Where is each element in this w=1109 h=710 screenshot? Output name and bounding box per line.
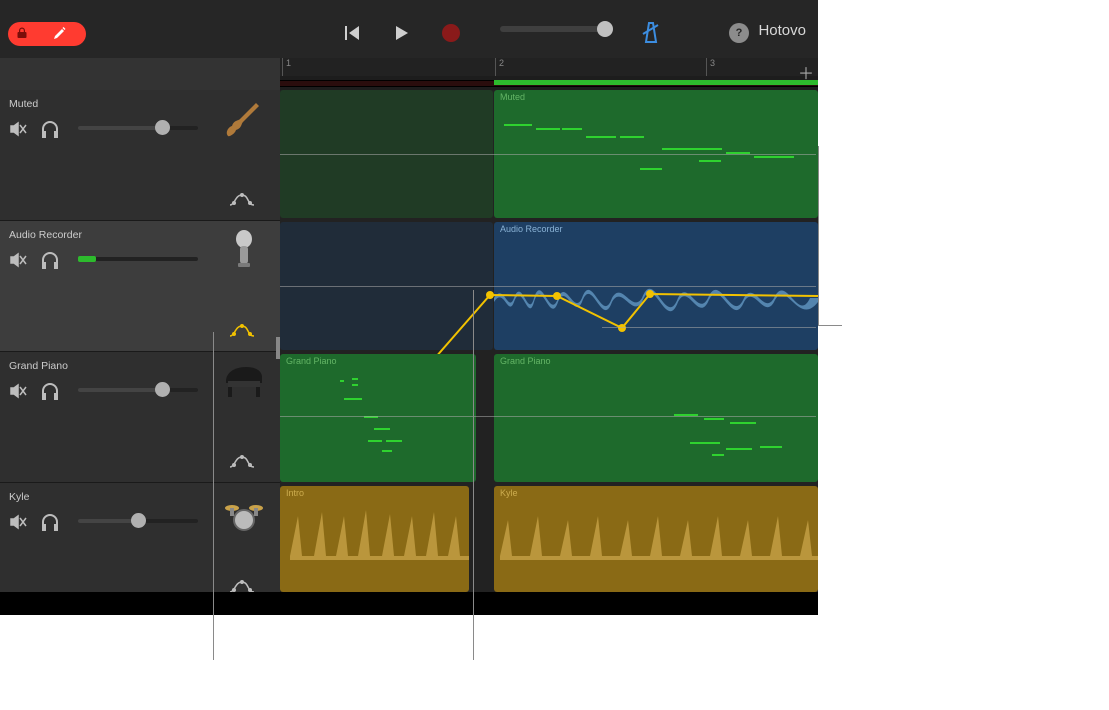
volume-slider[interactable] bbox=[78, 126, 198, 130]
automation-button[interactable] bbox=[228, 188, 256, 212]
mute-icon bbox=[9, 251, 27, 269]
automation-icon bbox=[229, 453, 255, 471]
callout-line bbox=[473, 290, 474, 660]
track-header-pane: Muted Audio Re bbox=[0, 58, 280, 615]
track-name: Kyle bbox=[9, 491, 29, 503]
record-icon bbox=[442, 24, 460, 42]
mute-icon bbox=[9, 120, 27, 138]
timeline-body[interactable]: Muted Audio Recorder bbox=[280, 90, 818, 615]
headphones-icon bbox=[40, 251, 60, 269]
skip-back-icon bbox=[341, 23, 361, 43]
mute-button[interactable] bbox=[9, 382, 27, 403]
region-label: Muted bbox=[500, 92, 525, 102]
region-label: Kyle bbox=[500, 488, 518, 498]
metronome-button[interactable] bbox=[640, 20, 662, 47]
track-header[interactable]: Muted bbox=[0, 90, 280, 221]
region-label: Grand Piano bbox=[286, 356, 337, 366]
bass-guitar-icon bbox=[222, 98, 266, 142]
automation-icon bbox=[229, 322, 255, 340]
ruler-marker: 2 bbox=[495, 58, 504, 76]
automation-button[interactable] bbox=[228, 319, 256, 343]
solo-button[interactable] bbox=[40, 120, 60, 141]
track-header[interactable]: Grand Piano bbox=[0, 352, 280, 483]
timeline-ruler[interactable]: 1 2 3 bbox=[280, 58, 818, 76]
region-label: Grand Piano bbox=[500, 356, 551, 366]
solo-button[interactable] bbox=[40, 382, 60, 403]
drum-waveform bbox=[280, 486, 469, 592]
done-button[interactable]: Hotovo bbox=[758, 22, 806, 39]
instrument-icon bbox=[222, 493, 266, 533]
ruler-marker: 3 bbox=[706, 58, 715, 76]
solo-button[interactable] bbox=[40, 251, 60, 272]
mute-button[interactable] bbox=[9, 513, 27, 534]
volume-slider[interactable] bbox=[78, 519, 198, 523]
transport-controls bbox=[338, 18, 478, 48]
headphones-icon bbox=[40, 120, 60, 138]
callout-line bbox=[818, 325, 842, 326]
play-button[interactable] bbox=[388, 20, 414, 46]
record-button[interactable] bbox=[438, 20, 464, 46]
instrument-icon bbox=[222, 100, 266, 140]
headphones-icon bbox=[40, 382, 60, 400]
track-header[interactable]: Kyle bbox=[0, 483, 280, 606]
midi-region[interactable]: Grand Piano bbox=[280, 354, 476, 482]
zoom-slider-knob[interactable] bbox=[597, 21, 613, 37]
automation-button[interactable] bbox=[228, 450, 256, 474]
track-name: Grand Piano bbox=[9, 360, 68, 372]
volume-knob[interactable] bbox=[155, 382, 170, 397]
region-label: Audio Recorder bbox=[500, 224, 563, 234]
automation-icon bbox=[229, 191, 255, 209]
edit-lock-toggle[interactable] bbox=[8, 22, 86, 46]
zoom-slider[interactable] bbox=[500, 26, 612, 32]
volume-knob[interactable] bbox=[155, 120, 170, 135]
cycle-region[interactable] bbox=[494, 80, 818, 85]
mute-button[interactable] bbox=[9, 251, 27, 272]
drummer-region[interactable]: Kyle bbox=[494, 486, 818, 592]
bottom-bar bbox=[0, 592, 818, 615]
mute-icon bbox=[9, 513, 27, 531]
mute-icon bbox=[9, 382, 27, 400]
drummer-region[interactable]: Intro bbox=[280, 486, 469, 592]
play-icon bbox=[391, 23, 411, 43]
midi-region[interactable]: Grand Piano bbox=[494, 354, 818, 482]
help-glyph: ? bbox=[736, 27, 743, 39]
solo-button[interactable] bbox=[40, 513, 60, 534]
volume-knob[interactable] bbox=[131, 513, 146, 528]
mute-button[interactable] bbox=[9, 120, 27, 141]
track-name: Audio Recorder bbox=[9, 229, 82, 241]
metronome-icon bbox=[640, 20, 662, 44]
lock-icon bbox=[16, 27, 28, 39]
help-button[interactable]: ? bbox=[729, 23, 749, 43]
instrument-icon bbox=[222, 362, 266, 402]
pencil-icon bbox=[52, 27, 66, 41]
volume-slider[interactable] bbox=[78, 257, 198, 261]
track-name: Muted bbox=[9, 98, 38, 110]
drum-waveform bbox=[494, 486, 818, 592]
topbar: ? Hotovo bbox=[0, 0, 818, 59]
callout-line bbox=[818, 146, 819, 326]
callout-line bbox=[213, 332, 214, 660]
app-window: ? Hotovo 1 2 3 ＋ Muted bbox=[0, 0, 818, 615]
track-header[interactable]: Audio Recorder bbox=[0, 221, 280, 352]
grand-piano-icon bbox=[222, 363, 266, 401]
region-label: Intro bbox=[286, 488, 304, 498]
automation-handle[interactable] bbox=[276, 337, 280, 359]
instrument-icon bbox=[222, 231, 266, 271]
microphone-icon bbox=[228, 229, 260, 273]
headphones-icon bbox=[40, 513, 60, 531]
drum-kit-icon bbox=[222, 494, 266, 532]
ruler-marker: 1 bbox=[282, 58, 291, 76]
volume-slider[interactable] bbox=[78, 388, 198, 392]
go-to-start-button[interactable] bbox=[338, 20, 364, 46]
